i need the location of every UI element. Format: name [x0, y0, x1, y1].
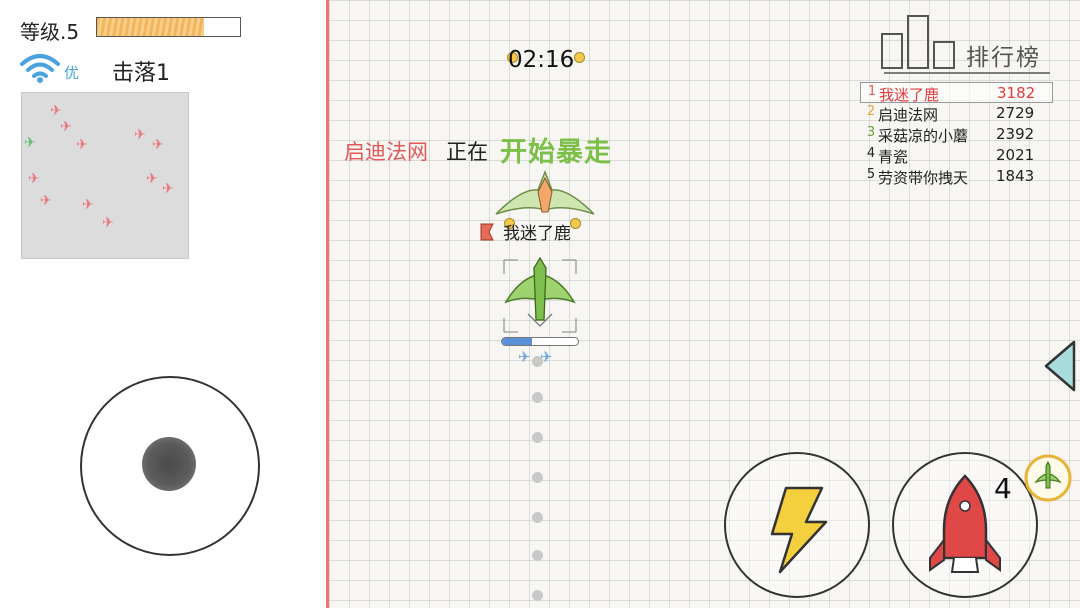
announcement-text: 正在: [446, 140, 488, 164]
enemy-plane: [495, 170, 595, 215]
trail-dot: [532, 356, 543, 367]
minimap-enemy-marker: ✈: [152, 137, 164, 153]
leaderboard-underline: [884, 72, 1050, 74]
player-name: 我迷了鹿: [503, 224, 571, 244]
leaderboard-score: 2729: [996, 104, 1035, 122]
missile-skill-button[interactable]: [892, 452, 1038, 598]
minimap-enemy-marker: ✈: [162, 181, 174, 197]
minimap-enemy-marker: ✈: [40, 193, 52, 209]
nameplate-dot-right: [570, 218, 581, 229]
level-label: 等级.5: [20, 20, 80, 44]
minimap-enemy-marker: ✈: [102, 215, 114, 231]
leaderboard-bars-icon: [881, 15, 955, 69]
trail-dot: [532, 432, 543, 443]
minimap: ✈ ✈ ✈ ✈ ✈ ✈ ✈ ✈ ✈ ✈ ✈ ✈: [21, 92, 189, 259]
announcement-player: 启迪法网: [344, 140, 428, 164]
leaderboard-title: 排行榜: [966, 45, 1041, 71]
leaderboard-name: 启迪法网: [878, 106, 939, 124]
trail-dot: [532, 512, 543, 523]
minimap-enemy-marker: ✈: [76, 137, 88, 153]
leaderboard-rank: 4: [866, 146, 876, 161]
wifi-icon: [20, 54, 60, 83]
trail-dot: [532, 392, 543, 403]
pickup-icon[interactable]: [1020, 452, 1076, 508]
rocket-icon: [929, 474, 1001, 573]
boost-skill-button[interactable]: [724, 452, 870, 598]
minimap-enemy-marker: ✈: [50, 103, 62, 119]
player-plane: [503, 256, 577, 333]
leaderboard-row: 1 我迷了鹿 3182: [860, 82, 1053, 104]
leaderboard-name: 采菇凉的小蘑: [878, 127, 969, 145]
minimap-plane-markers: ✈ ✈ ✈ ✈ ✈ ✈ ✈ ✈ ✈ ✈ ✈ ✈: [24, 103, 174, 231]
timer-dot-right: [574, 52, 585, 63]
leaderboard-rank: 2: [866, 104, 876, 119]
leaderboard-row: 5 劳资带你拽天 1843: [860, 166, 1053, 187]
svg-text:✈: ✈: [518, 348, 531, 364]
trail-dot: [532, 550, 543, 561]
lightning-icon: [770, 486, 828, 574]
leaderboard-row: 3 采菇凉的小蘑 2392: [860, 124, 1053, 145]
leaderboard: 1 我迷了鹿 3182 2 启迪法网 2729 3 采菇凉的小蘑 2392 4 …: [860, 82, 1053, 187]
leaderboard-name: 青瓷: [878, 148, 909, 166]
leaderboard-rank: 1: [867, 84, 877, 99]
leaderboard-row: 4 青瓷 2021: [860, 145, 1053, 166]
arrow-left-icon[interactable]: [1042, 338, 1080, 394]
announcement-event: 开始暴走: [500, 137, 612, 168]
level-progress-bar: [96, 17, 241, 37]
trail-dot: [532, 472, 543, 483]
level-progress-fill: [97, 18, 205, 36]
minimap-enemy-marker: ✈: [146, 171, 158, 187]
minimap-enemy-marker: ✈: [28, 171, 40, 187]
signal-quality-label: 优: [64, 64, 80, 82]
leaderboard-score: 1843: [996, 167, 1035, 185]
leaderboard-row: 2 启迪法网 2729: [860, 103, 1053, 124]
leaderboard-rank: 3: [866, 125, 876, 140]
leaderboard-score: 3182: [997, 84, 1036, 102]
leaderboard-name: 我迷了鹿: [879, 86, 940, 104]
minimap-player-marker: ✈: [24, 135, 36, 151]
joystick-knob[interactable]: [142, 437, 196, 491]
leaderboard-rank: 5: [866, 167, 876, 182]
player-hp-fill: [502, 338, 533, 345]
minimap-enemy-marker: ✈: [134, 127, 146, 143]
kill-count: 击落1: [112, 61, 170, 86]
player-hp-bar: [501, 337, 579, 346]
minimap-enemy-marker: ✈: [82, 197, 94, 213]
leaderboard-score: 2392: [996, 125, 1035, 143]
leaderboard-score: 2021: [996, 146, 1035, 164]
leaderboard-name: 劳资带你拽天: [878, 169, 969, 187]
rank-medal-icon: [480, 223, 494, 241]
trail-dot: [532, 590, 543, 601]
match-timer: 02:16: [508, 47, 575, 73]
minimap-enemy-marker: ✈: [60, 119, 72, 135]
missile-count: 4: [994, 472, 1012, 505]
